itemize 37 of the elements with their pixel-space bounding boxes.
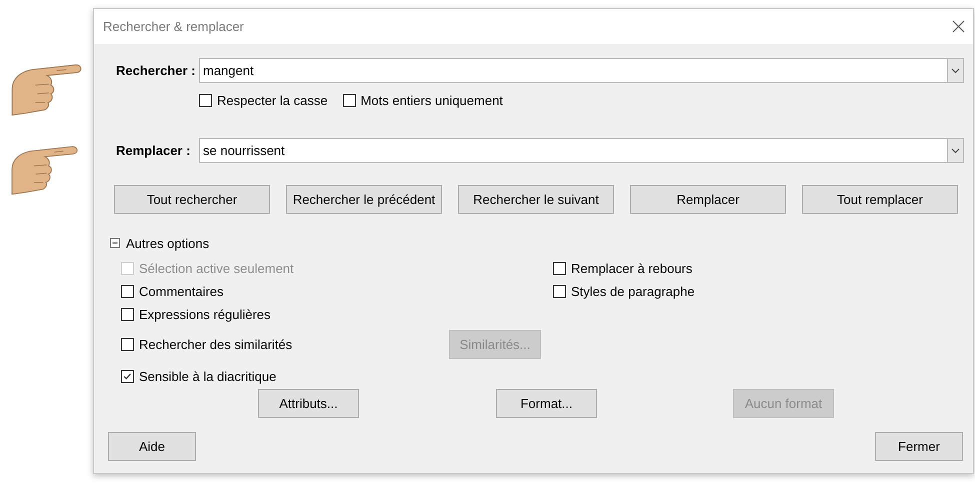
replace-field[interactable]: se nourrissent <box>199 138 947 163</box>
dropdown-button[interactable] <box>947 138 964 163</box>
format-button[interactable]: Attributs... <box>258 389 359 418</box>
collapse-icon[interactable] <box>110 238 120 248</box>
section-label[interactable]: Autres options <box>126 236 210 250</box>
chevron-down-icon <box>951 68 960 74</box>
checkbox-label[interactable]: Commentaires <box>139 284 224 298</box>
checkbox[interactable] <box>121 308 134 320</box>
checkbox-label[interactable]: Respecter la casse <box>217 92 328 108</box>
action-button[interactable]: Remplacer <box>630 185 786 214</box>
checkbox-label[interactable]: Expressions régulières <box>139 306 271 322</box>
chevron-down-icon <box>951 148 960 154</box>
checkbox-label[interactable]: Remplacer à rebours <box>571 260 692 276</box>
checkbox[interactable] <box>121 284 134 298</box>
dropdown-button[interactable] <box>947 58 964 83</box>
checkbox-label[interactable]: Mots entiers uniquement <box>360 92 503 108</box>
close-button[interactable]: Fermer <box>875 432 963 461</box>
format-button[interactable]: Format... <box>496 389 597 418</box>
action-button[interactable]: Rechercher le suivant <box>458 185 614 214</box>
action-button[interactable]: Rechercher le précédent <box>286 185 442 214</box>
checkbox[interactable] <box>199 94 212 106</box>
checkbox[interactable] <box>553 262 566 274</box>
checkbox[interactable] <box>342 94 356 106</box>
checkbox[interactable] <box>553 284 566 298</box>
checkbox-label[interactable]: Rechercher des similarités <box>139 337 292 352</box>
search-field[interactable]: mangent <box>199 58 947 83</box>
close-icon[interactable] <box>952 20 965 33</box>
window-title: Rechercher & remplacer <box>103 19 244 34</box>
help-button[interactable]: Aide <box>108 432 196 461</box>
action-button[interactable]: Tout rechercher <box>114 185 270 214</box>
field-label: Rechercher : <box>116 63 196 78</box>
checkbox[interactable] <box>121 370 134 382</box>
field-label: Remplacer : <box>116 143 192 158</box>
checkbox-label[interactable]: Sensible à la diacritique <box>139 368 276 384</box>
checkbox-label[interactable]: Styles de paragraphe <box>571 284 695 298</box>
action-button[interactable]: Tout remplacer <box>802 185 958 214</box>
checkbox[interactable] <box>121 338 134 351</box>
